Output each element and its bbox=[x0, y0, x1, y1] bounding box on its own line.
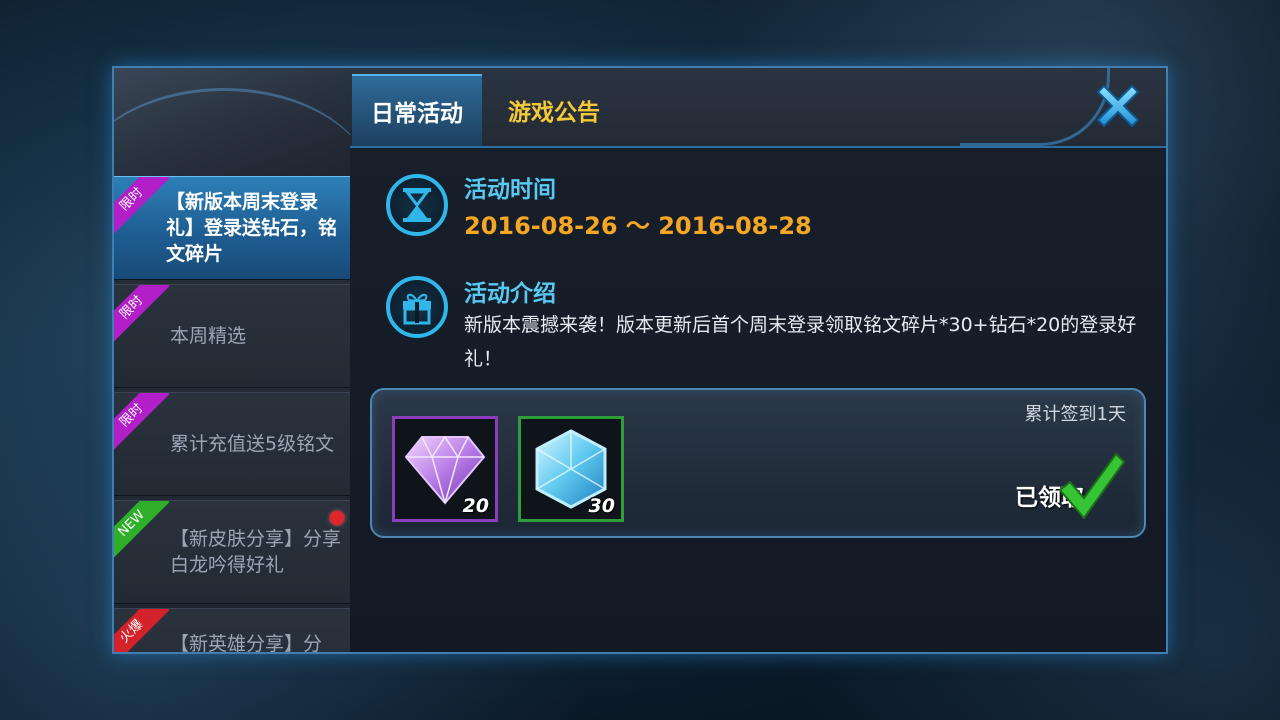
item-quantity: 30 bbox=[588, 495, 615, 517]
hourglass-icon bbox=[386, 174, 448, 236]
header-decor bbox=[960, 68, 1110, 146]
activity-sidebar: 限时 【新版本周末登录礼】登录送钻石，铭文碎片 限时 本周精选 限时 累计充值送… bbox=[114, 68, 350, 652]
close-button[interactable] bbox=[1090, 78, 1146, 134]
limited-badge: 限时 bbox=[114, 177, 170, 238]
reward-item-diamond[interactable]: 20 bbox=[392, 416, 498, 522]
activity-intro-text: 新版本震撼来袭！版本更新后首个周末登录领取铭文碎片*30+钻石*20的登录好礼！ bbox=[464, 314, 1137, 370]
close-icon bbox=[1096, 84, 1140, 128]
sidebar-item-label: 【新英雄分享】分 bbox=[170, 633, 323, 652]
window-header: 日常活动 游戏公告 bbox=[350, 68, 1166, 148]
sidebar-item-label: 累计充值送5级铭文 bbox=[170, 433, 335, 455]
checkmark-icon bbox=[1058, 452, 1126, 520]
sign-in-count: 累计签到1天 bbox=[1024, 404, 1126, 425]
limited-badge: 限时 bbox=[114, 393, 170, 454]
sidebar-item-weekend-login[interactable]: 限时 【新版本周末登录礼】登录送钻石，铭文碎片 bbox=[114, 176, 350, 280]
sidebar-item-label: 【新皮肤分享】分享白龙吟得好礼 bbox=[170, 528, 342, 576]
new-badge: NEW bbox=[114, 501, 170, 562]
sidebar-header-decor bbox=[114, 68, 350, 176]
sidebar-item-label: 本周精选 bbox=[170, 325, 247, 347]
sidebar-item-weekly-picks[interactable]: 限时 本周精选 bbox=[114, 284, 350, 388]
activity-window: 限时 【新版本周末登录礼】登录送钻石，铭文碎片 限时 本周精选 限时 累计充值送… bbox=[112, 66, 1168, 654]
reward-panel: 20 30 累计签到1天 已领取 bbox=[370, 388, 1146, 538]
sidebar-item-label: 【新版本周末登录礼】登录送钻石，铭文碎片 bbox=[166, 191, 338, 265]
sidebar-item-hero-share[interactable]: 火爆 【新英雄分享】分 bbox=[114, 608, 350, 652]
reward-item-inscription-shard[interactable]: 30 bbox=[518, 416, 624, 522]
gift-icon bbox=[386, 276, 448, 338]
activity-time-range: 2016-08-26 ～ 2016-08-28 bbox=[464, 212, 812, 240]
notification-dot bbox=[330, 511, 344, 525]
hot-badge: 火爆 bbox=[114, 609, 170, 652]
item-quantity: 20 bbox=[462, 495, 489, 517]
activity-content: 活动时间 2016-08-26 ～ 2016-08-28 活动介绍 新版本震撼来… bbox=[350, 148, 1166, 652]
tab-game-announcements[interactable]: 游戏公告 bbox=[486, 74, 622, 146]
activity-time-title: 活动时间 bbox=[464, 177, 556, 203]
tab-daily-activities[interactable]: 日常活动 bbox=[352, 74, 482, 146]
sidebar-item-skin-share[interactable]: NEW 【新皮肤分享】分享白龙吟得好礼 bbox=[114, 500, 350, 604]
sidebar-item-recharge-bonus[interactable]: 限时 累计充值送5级铭文 bbox=[114, 392, 350, 496]
limited-badge: 限时 bbox=[114, 285, 170, 346]
activity-intro-title: 活动介绍 bbox=[464, 281, 556, 307]
